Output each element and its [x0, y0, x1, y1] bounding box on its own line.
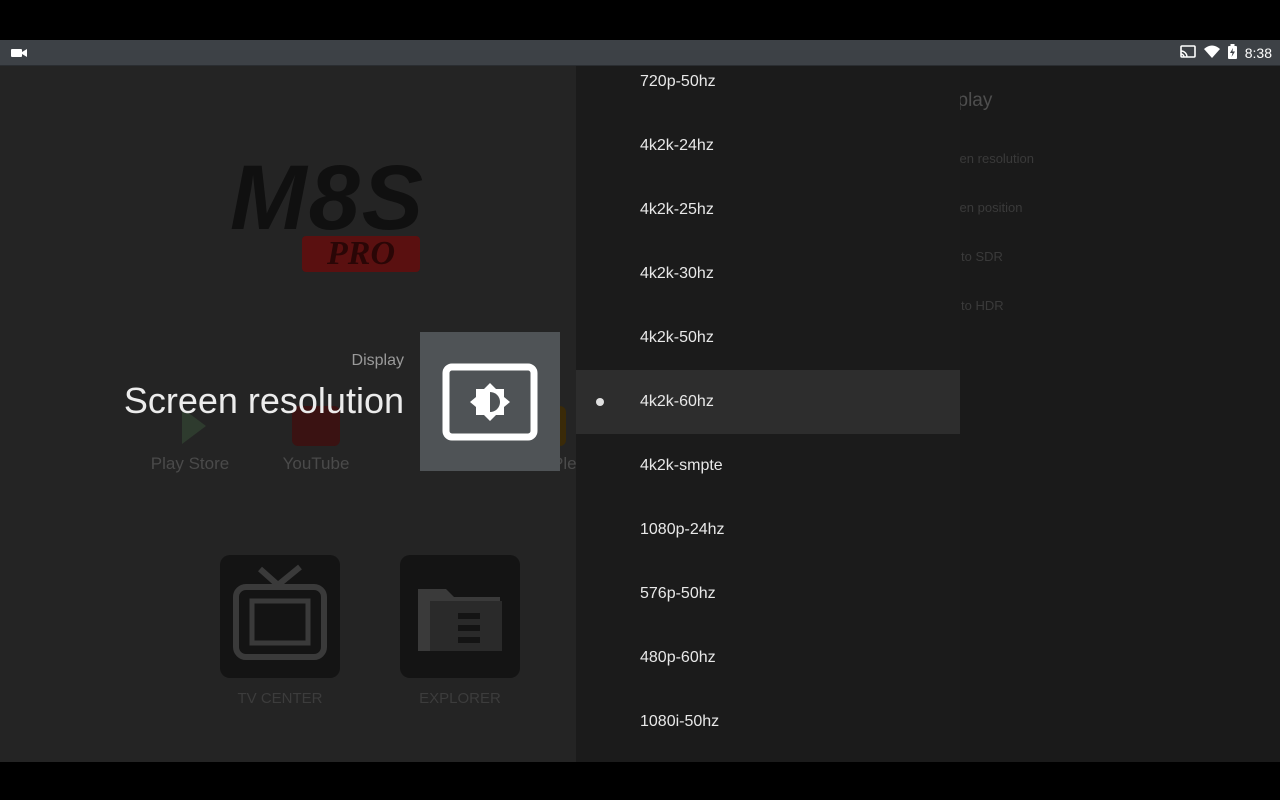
- settings-list-title: splay: [960, 90, 993, 111]
- resolution-options-panel[interactable]: 720p-50hz 4k2k-24hz 4k2k-25hz 4k2k-30hz …: [576, 66, 960, 762]
- video-camera-icon: [11, 46, 27, 64]
- cast-icon: [1179, 44, 1196, 62]
- tile-label: EXPLORER: [419, 690, 501, 707]
- option-row[interactable]: 4k2k-50hz: [576, 306, 960, 370]
- tile-tv-center[interactable]: [220, 555, 340, 678]
- option-row[interactable]: 576p-50hz: [576, 562, 960, 626]
- settings-item[interactable]: R to SDR: [960, 249, 1003, 264]
- option-label: 720p-50hz: [640, 73, 716, 90]
- tile-explorer[interactable]: [400, 555, 520, 678]
- wifi-icon: [1203, 45, 1220, 61]
- folder-icon: [418, 589, 502, 651]
- option-row[interactable]: 4k2k-25hz: [576, 178, 960, 242]
- option-label: 4k2k-25hz: [640, 201, 714, 218]
- page-title: Screen resolution: [123, 380, 404, 421]
- option-row-selected[interactable]: 4k2k-60hz: [576, 370, 960, 434]
- bottom-letterbox: [0, 762, 1280, 800]
- option-row[interactable]: 1080i-50hz: [576, 690, 960, 754]
- option-row[interactable]: 720p-50hz: [576, 66, 960, 114]
- option-label: 4k2k-60hz: [640, 393, 714, 410]
- option-label: 4k2k-smpte: [640, 457, 723, 474]
- option-label: 1080p-24hz: [640, 521, 725, 538]
- option-label: 4k2k-50hz: [640, 329, 714, 346]
- display-settings-list: splay reen resolution reen position R to…: [960, 66, 1280, 762]
- tile-label: TV CENTER: [237, 690, 323, 707]
- logo-badge: PRO: [302, 235, 420, 272]
- logo-text: M8S: [230, 147, 426, 249]
- clock: 8:38: [1244, 45, 1272, 61]
- status-bar: 8:38: [0, 40, 1280, 66]
- option-row[interactable]: 4k2k-smpte: [576, 434, 960, 498]
- option-label: 1080i-50hz: [640, 713, 720, 730]
- option-row[interactable]: 1080p-24hz: [576, 498, 960, 562]
- settings-item[interactable]: R to HDR: [960, 298, 1004, 313]
- option-label: 576p-50hz: [640, 585, 716, 602]
- option-row[interactable]: 4k2k-24hz: [576, 114, 960, 178]
- settings-item[interactable]: reen position: [960, 200, 1022, 215]
- app-label: YouTube: [282, 454, 350, 473]
- settings-item[interactable]: reen resolution: [960, 151, 1034, 166]
- selected-radio-dot-icon: [596, 398, 604, 406]
- breadcrumb: Display: [351, 352, 404, 369]
- app-label: Play Store: [150, 454, 230, 473]
- option-row[interactable]: 4k2k-30hz: [576, 242, 960, 306]
- option-label: 4k2k-30hz: [640, 265, 714, 282]
- option-label: 4k2k-24hz: [640, 137, 714, 154]
- brightness-display-icon: [442, 363, 538, 441]
- setting-icon-box: [420, 332, 560, 471]
- battery-charging-icon: [1227, 44, 1237, 62]
- tv-icon: [233, 564, 327, 660]
- top-letterbox: [0, 0, 1280, 40]
- option-row[interactable]: 480p-60hz: [576, 626, 960, 690]
- brand-logo: M8S PRO: [230, 152, 495, 272]
- option-label: 480p-60hz: [640, 649, 716, 666]
